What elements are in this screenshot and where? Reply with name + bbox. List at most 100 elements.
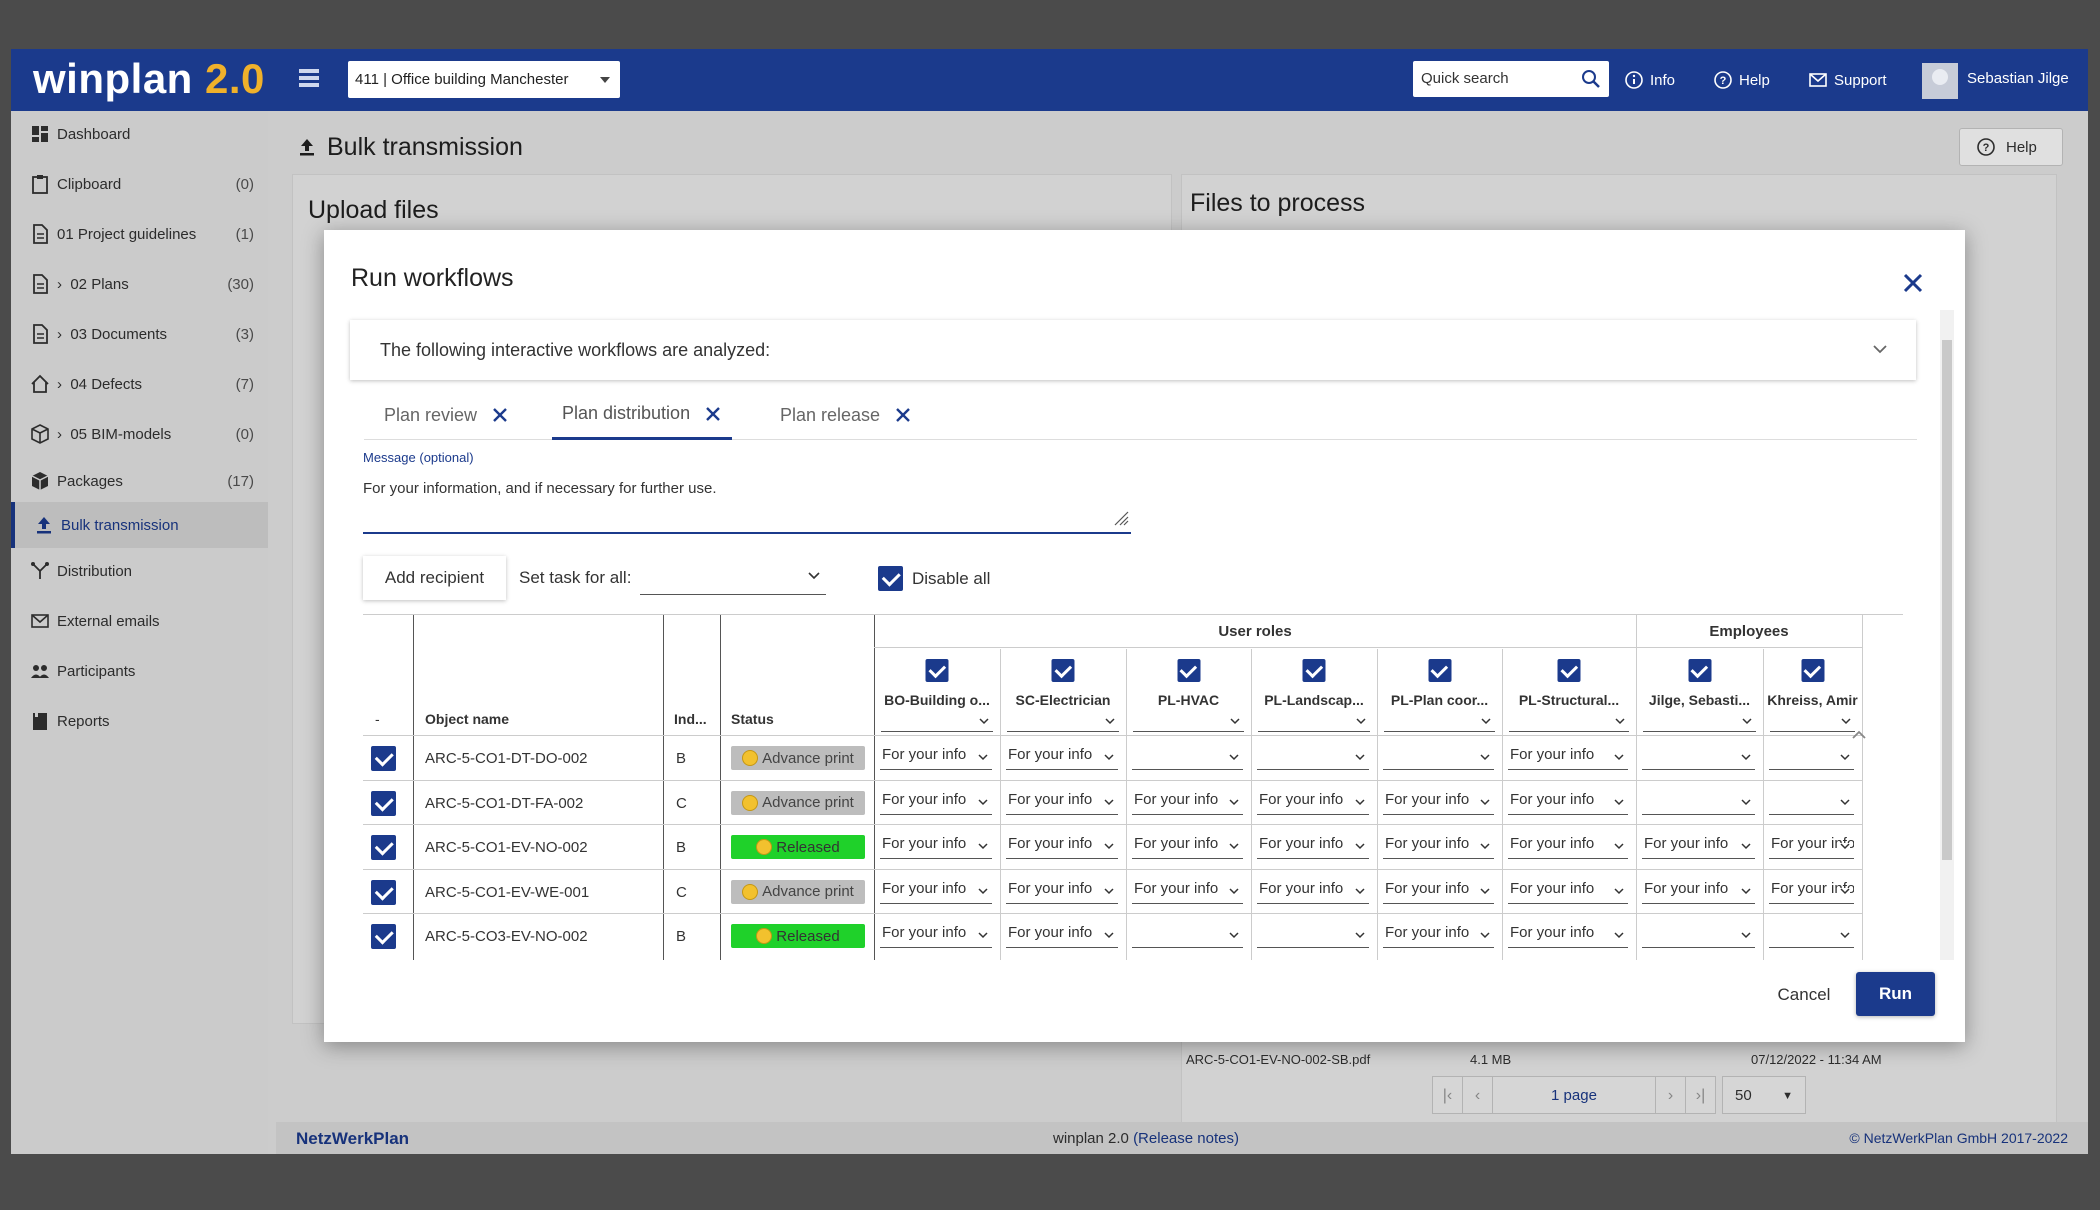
task-select-cell[interactable]: For your info <box>1642 835 1755 859</box>
status-badge: Released <box>731 924 865 948</box>
scroll-up-icon[interactable] <box>1852 730 1866 740</box>
chevron-down-icon[interactable] <box>1872 344 1888 354</box>
quick-search-input[interactable]: Quick search <box>1413 61 1609 97</box>
task-select-cell[interactable]: For your info <box>880 791 992 815</box>
task-select-cell[interactable]: For your info <box>1383 924 1494 948</box>
task-select-cell[interactable] <box>1769 791 1854 815</box>
task-select-cell[interactable]: For your info <box>1006 791 1118 815</box>
role-column-task-select[interactable] <box>1133 712 1244 732</box>
close-icon[interactable] <box>491 406 509 424</box>
role-column-checkbox[interactable] <box>925 659 949 682</box>
role-column-checkbox[interactable] <box>1688 659 1711 682</box>
task-select-cell[interactable]: For your info <box>880 924 992 948</box>
role-column-checkbox[interactable] <box>1557 659 1581 682</box>
app-logo[interactable]: winplan 2.0 <box>33 55 265 103</box>
tab-plan-release[interactable]: Plan release <box>780 390 912 440</box>
task-select-cell[interactable]: For your info <box>1383 880 1494 904</box>
task-select-cell[interactable] <box>1642 924 1755 948</box>
task-select-cell[interactable] <box>1132 746 1243 770</box>
task-select-cell[interactable]: For your info <box>1508 746 1628 770</box>
row-checkbox[interactable] <box>371 924 396 949</box>
role-column-task-select[interactable] <box>1258 712 1370 732</box>
run-button[interactable]: Run <box>1856 972 1935 1016</box>
dialog-scrollbar[interactable] <box>1940 310 1954 960</box>
avatar[interactable] <box>1922 63 1958 99</box>
role-column-task-select[interactable] <box>881 712 993 732</box>
role-column-checkbox[interactable] <box>1428 659 1451 682</box>
chevron-down-icon <box>1355 887 1365 895</box>
task-select-cell[interactable]: For your info <box>1132 791 1243 815</box>
task-select-cell[interactable]: For your info <box>880 880 992 904</box>
table-row[interactable]: ARC-5-CO1-DT-DO-002 B Advance print For you… <box>363 735 1863 779</box>
task-select-cell[interactable]: For your info <box>1769 880 1854 904</box>
status-header[interactable]: Status <box>731 711 774 727</box>
task-select-cell[interactable] <box>1257 924 1369 948</box>
message-textarea[interactable]: For your information, and if necessary f… <box>363 480 1131 534</box>
role-column-task-select[interactable] <box>1007 712 1119 732</box>
task-select-cell[interactable]: For your info <box>1642 880 1755 904</box>
task-select-cell[interactable] <box>1642 746 1755 770</box>
role-column-task-select[interactable] <box>1770 712 1855 732</box>
tab-plan-distribution[interactable]: Plan distribution <box>552 390 733 440</box>
close-icon[interactable] <box>704 405 722 423</box>
help-link[interactable]: ? Help <box>1713 70 1770 90</box>
task-select-cell[interactable]: For your info <box>1508 924 1628 948</box>
support-link[interactable]: Support <box>1808 70 1887 90</box>
role-column-task-select[interactable] <box>1384 712 1495 732</box>
task-select-cell[interactable]: For your info <box>1132 880 1243 904</box>
role-column-checkbox[interactable] <box>1801 659 1824 682</box>
menu-icon[interactable] <box>299 69 323 91</box>
role-column-task-select[interactable] <box>1509 712 1629 732</box>
task-select-cell[interactable]: For your info <box>1257 880 1369 904</box>
task-select-cell[interactable] <box>1769 924 1854 948</box>
task-select-cell[interactable]: For your info <box>1132 835 1243 859</box>
role-column-checkbox[interactable] <box>1302 659 1326 682</box>
project-select[interactable]: 411 | Office building Manchester <box>348 61 620 98</box>
index-header[interactable]: Ind... <box>674 711 707 727</box>
search-icon[interactable] <box>1581 69 1601 89</box>
task-select-cell[interactable] <box>1642 791 1755 815</box>
task-select-cell[interactable]: For your info <box>880 835 992 859</box>
task-select-cell[interactable]: For your info <box>1769 835 1854 859</box>
role-column-task-select[interactable] <box>1643 712 1756 732</box>
role-column-checkbox[interactable] <box>1177 659 1200 682</box>
info-link[interactable]: Info <box>1624 70 1675 90</box>
row-checkbox[interactable] <box>371 790 396 816</box>
task-select-cell[interactable]: For your info <box>1508 791 1628 815</box>
task-select-cell[interactable]: For your info <box>1006 924 1118 948</box>
task-select-cell[interactable]: For your info <box>1257 835 1369 859</box>
task-select-cell[interactable] <box>1769 746 1854 770</box>
task-select-cell[interactable]: For your info <box>1383 791 1494 815</box>
task-select-cell[interactable]: For your info <box>1508 880 1628 904</box>
resize-handle-icon[interactable] <box>1111 508 1129 526</box>
table-row[interactable]: ARC-5-CO1-EV-NO-002 B Released For your inf… <box>363 824 1863 868</box>
tab-plan-review[interactable]: Plan review <box>384 390 509 440</box>
task-select-cell[interactable]: For your info <box>1508 835 1628 859</box>
add-recipient-button[interactable]: Add recipient <box>363 556 506 600</box>
row-checkbox[interactable] <box>371 879 396 905</box>
task-select-cell[interactable]: For your info <box>1006 835 1118 859</box>
row-checkbox[interactable] <box>371 746 396 771</box>
object-name: ARC-5-CO1-DT-FA-002 <box>425 794 584 812</box>
table-row[interactable]: ARC-5-CO1-DT-FA-002 C Advance print For you… <box>363 779 1863 824</box>
set-task-select[interactable] <box>640 563 826 595</box>
task-select-cell[interactable]: For your info <box>1383 835 1494 859</box>
table-row[interactable]: ARC-5-CO1-EV-WE-001 C Advance print For you… <box>363 868 1863 913</box>
close-icon[interactable] <box>894 406 912 424</box>
role-column-checkbox[interactable] <box>1051 659 1075 682</box>
row-checkbox[interactable] <box>371 835 396 860</box>
analyzed-workflows-panel[interactable]: The following interactive workflows are … <box>350 320 1916 380</box>
user-name[interactable]: Sebastian Jilge <box>1967 70 2069 87</box>
disable-all-checkbox[interactable] <box>878 566 903 591</box>
object-name-header[interactable]: Object name <box>425 711 509 727</box>
task-select-cell[interactable]: For your info <box>1006 746 1118 770</box>
task-select-cell[interactable] <box>1383 746 1494 770</box>
table-row[interactable]: ARC-5-CO3-EV-NO-002 B Released For your inf… <box>363 913 1863 957</box>
task-select-cell[interactable] <box>1132 924 1243 948</box>
close-icon[interactable] <box>1900 270 1926 296</box>
cancel-button[interactable]: Cancel <box>1764 980 1844 1010</box>
task-select-cell[interactable]: For your info <box>1006 880 1118 904</box>
task-select-cell[interactable] <box>1257 746 1369 770</box>
task-select-cell[interactable]: For your info <box>880 746 992 770</box>
task-select-cell[interactable]: For your info <box>1257 791 1369 815</box>
